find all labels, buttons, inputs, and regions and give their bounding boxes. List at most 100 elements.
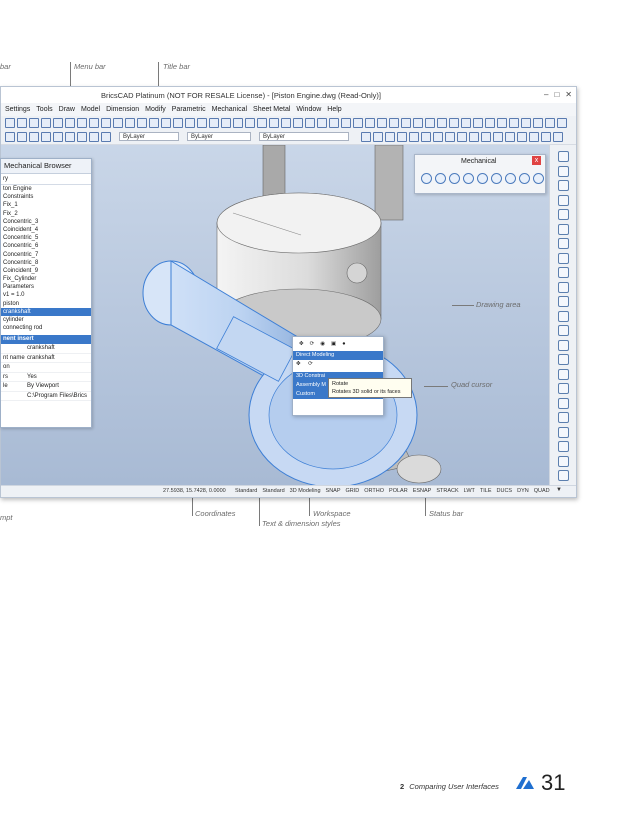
- toolbar-tool-icon[interactable]: [437, 118, 447, 128]
- menu-window[interactable]: Window: [296, 106, 321, 113]
- property-row[interactable]: le By Viewport: [1, 382, 91, 392]
- toolbar-tool-icon[interactable]: [373, 132, 383, 142]
- toolbar-tool-icon[interactable]: [209, 118, 219, 128]
- side-tool-icon[interactable]: [558, 383, 569, 394]
- toolbar-tool-icon[interactable]: [493, 132, 503, 142]
- toolbar-tool-icon[interactable]: [361, 132, 371, 142]
- toolbar-tool-icon[interactable]: [445, 132, 455, 142]
- tree-item[interactable]: cylinder: [1, 316, 91, 324]
- toolbar-tool-icon[interactable]: [5, 132, 15, 142]
- toolbar-tool-icon[interactable]: [257, 118, 267, 128]
- tree-item[interactable]: ton Engine: [1, 185, 91, 193]
- property-row[interactable]: rs Yes: [1, 373, 91, 382]
- toolbar-tool-icon[interactable]: [449, 118, 459, 128]
- side-tool-icon[interactable]: [558, 252, 569, 264]
- side-tool-icon[interactable]: [558, 238, 569, 249]
- tree-item[interactable]: Fix_1: [1, 201, 91, 209]
- toolbar-tool-icon[interactable]: [77, 118, 87, 128]
- side-tool-icon[interactable]: [558, 426, 569, 438]
- toolbar-tool-icon[interactable]: [433, 132, 443, 142]
- toolbar-tool-icon[interactable]: [125, 118, 135, 128]
- toolbar-tool-icon[interactable]: [53, 132, 63, 142]
- status-toggle[interactable]: DYN: [517, 488, 529, 494]
- toolbar-tool-icon[interactable]: [509, 118, 519, 128]
- menu-settings[interactable]: Settings: [5, 106, 30, 113]
- side-tool-icon[interactable]: [558, 397, 569, 409]
- toolbar-tool-icon[interactable]: [77, 132, 87, 142]
- toolbar-tool-icon[interactable]: [305, 118, 315, 128]
- status-toggle[interactable]: SNAP: [326, 488, 341, 494]
- menu-help[interactable]: Help: [327, 106, 341, 113]
- side-tool-icon[interactable]: [558, 441, 569, 452]
- property-row[interactable]: nt name crankshaft: [1, 354, 91, 363]
- side-tool-icon[interactable]: [558, 470, 569, 481]
- side-tool-icon[interactable]: [558, 339, 569, 351]
- mechanical-tool-icon[interactable]: [449, 173, 460, 184]
- toolbar-tool-icon[interactable]: [461, 118, 471, 128]
- toolbar-tool-icon[interactable]: [269, 118, 279, 128]
- tree-item[interactable]: crankshaft: [1, 307, 91, 316]
- toolbar-tool-icon[interactable]: [89, 132, 99, 142]
- menu-tools[interactable]: Tools: [36, 106, 52, 113]
- move-icon[interactable]: ✥: [299, 341, 304, 347]
- status-toggle[interactable]: TILE: [480, 488, 492, 494]
- toolbar-tool-icon[interactable]: [293, 118, 303, 128]
- tree-item[interactable]: piston: [1, 300, 91, 308]
- toolbar-tool-icon[interactable]: [553, 132, 563, 142]
- toolbar-tool-icon[interactable]: [545, 118, 555, 128]
- side-tool-icon[interactable]: [558, 296, 569, 307]
- tree-item[interactable]: Concentric_3: [1, 218, 91, 226]
- toolbar-tool-icon[interactable]: [113, 118, 123, 128]
- menu-mechanical[interactable]: Mechanical: [212, 106, 247, 113]
- menu-modify[interactable]: Modify: [145, 106, 166, 113]
- tree-item[interactable]: Coincident_9: [1, 267, 91, 275]
- toolbar-tool-icon[interactable]: [377, 118, 387, 128]
- toolbar-tool-icon[interactable]: [101, 118, 111, 128]
- layer-combo[interactable]: ByLayer: [119, 132, 179, 141]
- linetype-combo[interactable]: ByLayer: [187, 132, 251, 141]
- property-row[interactable]: crankshaft: [1, 344, 91, 354]
- status-toggle[interactable]: LWT: [464, 488, 475, 494]
- mechanical-tool-icon[interactable]: [463, 173, 474, 184]
- side-tool-icon[interactable]: [558, 165, 569, 177]
- toolbar-tool-icon[interactable]: [41, 132, 51, 142]
- toolbar-tool-icon[interactable]: [317, 118, 327, 128]
- tree-item[interactable]: Coincident_4: [1, 226, 91, 234]
- side-tool-icon[interactable]: [558, 412, 569, 423]
- tree-item[interactable]: Concentric_5: [1, 234, 91, 242]
- toolbar-tool-icon[interactable]: [149, 118, 159, 128]
- mechanical-tool-icon[interactable]: [421, 173, 432, 184]
- tree-item[interactable]: Parameters: [1, 283, 91, 291]
- side-tool-icon[interactable]: [558, 368, 569, 380]
- lock-icon[interactable]: ◉: [320, 341, 325, 347]
- status-toggle[interactable]: GRID: [346, 488, 360, 494]
- menu-model[interactable]: Model: [81, 106, 100, 113]
- camera-icon[interactable]: ▣: [331, 341, 336, 347]
- tree-item[interactable]: Concentric_6: [1, 242, 91, 250]
- toolbar-tool-icon[interactable]: [89, 118, 99, 128]
- mechanical-tool-icon[interactable]: [505, 173, 516, 184]
- mechanical-tool-icon[interactable]: [533, 173, 544, 184]
- toolbar-tool-icon[interactable]: [413, 118, 423, 128]
- toolbar-tool-icon[interactable]: [41, 118, 51, 128]
- browser-tab[interactable]: ry: [1, 174, 91, 185]
- toolbar-tool-icon[interactable]: [17, 118, 27, 128]
- toolbar-tool-icon[interactable]: [101, 132, 111, 142]
- toolbar-tool-icon[interactable]: [505, 132, 515, 142]
- toolbar-tool-icon[interactable]: [517, 132, 527, 142]
- status-toggle[interactable]: QUAD: [534, 488, 550, 494]
- toolbar-tool-icon[interactable]: [497, 118, 507, 128]
- mechanical-tool-icon[interactable]: [435, 173, 446, 184]
- toolbar-tool-icon[interactable]: [521, 118, 531, 128]
- menu-draw[interactable]: Draw: [59, 106, 75, 113]
- toolbar-tool-icon[interactable]: [281, 118, 291, 128]
- toolbar-tool-icon[interactable]: [401, 118, 411, 128]
- side-tool-icon[interactable]: [558, 209, 569, 220]
- toolbar-tool-icon[interactable]: [385, 132, 395, 142]
- toolbar-tool-icon[interactable]: [29, 118, 39, 128]
- toolbar-tool-icon[interactable]: [245, 118, 255, 128]
- toolbar-tool-icon[interactable]: [53, 118, 63, 128]
- status-toggle[interactable]: ESNAP: [413, 488, 432, 494]
- tree-item[interactable]: Constraints: [1, 193, 91, 201]
- toolbar-tool-icon[interactable]: [353, 118, 363, 128]
